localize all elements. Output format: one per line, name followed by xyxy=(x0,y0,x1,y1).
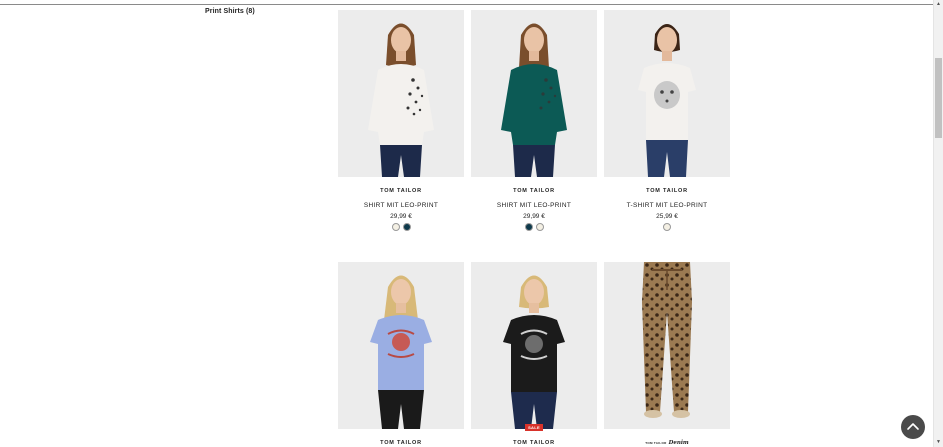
chevron-up-icon xyxy=(907,423,919,430)
product-image[interactable] xyxy=(471,10,597,177)
brand-logo: TOM TAILOR xyxy=(380,188,422,194)
triangle-down-icon[interactable]: ▼ xyxy=(934,438,943,447)
brand-logo: TOM TAILOR xyxy=(513,188,555,194)
color-swatch[interactable] xyxy=(535,223,544,231)
brand-logo: TOM TAILOR Denim xyxy=(645,440,689,446)
page-scrollbar[interactable]: ▲ ▼ xyxy=(933,0,943,447)
category-heading: Print Shirts (8) xyxy=(205,8,255,15)
product-image[interactable] xyxy=(338,262,464,429)
color-swatches xyxy=(604,223,730,231)
product-name[interactable]: SHIRT MIT LEO-PRINT xyxy=(338,202,464,209)
sale-badge: SALE xyxy=(525,424,543,431)
color-swatch[interactable] xyxy=(524,223,533,231)
brand-logo: TOM TAILOR xyxy=(380,440,422,446)
product-name[interactable]: SHIRT MIT LEO-PRINT xyxy=(471,202,597,209)
product-image[interactable] xyxy=(338,10,464,177)
product-image[interactable] xyxy=(604,262,730,429)
header-bottom-border xyxy=(0,0,934,5)
scrollbar-thumb[interactable] xyxy=(935,58,942,138)
triangle-up-icon[interactable]: ▲ xyxy=(934,0,943,9)
product-name[interactable]: T-SHIRT MIT LEO-PRINT xyxy=(604,202,730,209)
brand-logo: TOM TAILOR xyxy=(646,188,688,194)
color-swatches xyxy=(471,223,597,231)
brand-logo: TOM TAILOR xyxy=(513,440,555,446)
back-to-top-button[interactable] xyxy=(901,415,925,439)
product-image[interactable] xyxy=(471,262,597,429)
product-image[interactable] xyxy=(604,10,730,177)
product-price: 25,99 € xyxy=(656,213,678,220)
product-price: 29,99 € xyxy=(523,213,545,220)
color-swatch[interactable] xyxy=(402,223,411,231)
color-swatches xyxy=(338,223,464,231)
color-swatch[interactable] xyxy=(663,223,671,231)
product-price: 29,99 € xyxy=(390,213,412,220)
color-swatch[interactable] xyxy=(391,223,400,231)
